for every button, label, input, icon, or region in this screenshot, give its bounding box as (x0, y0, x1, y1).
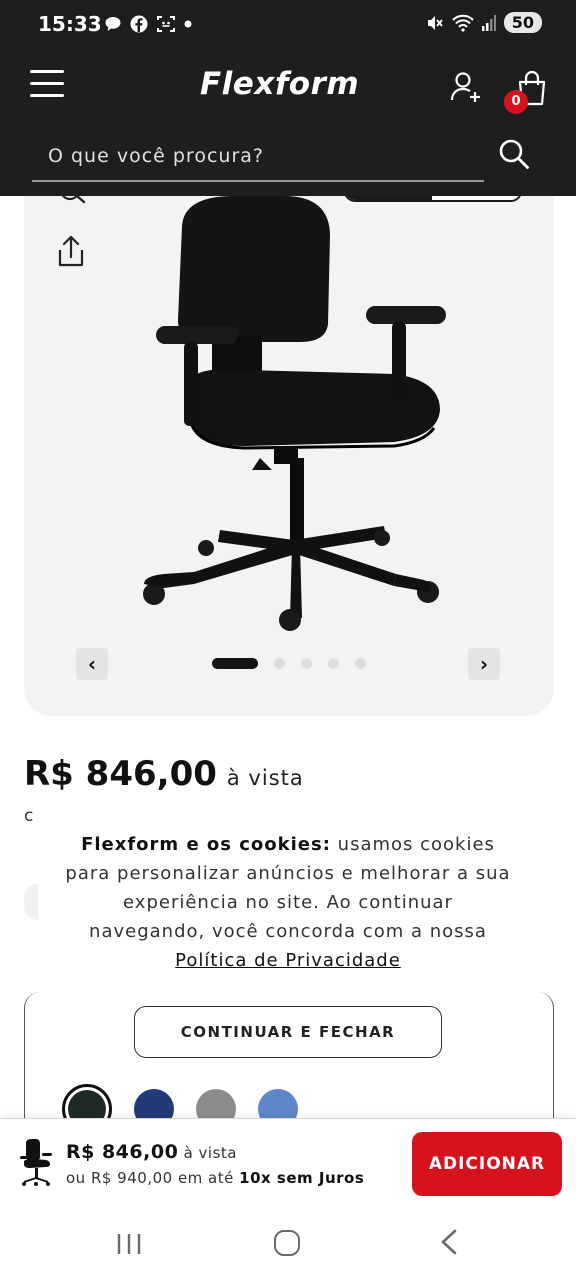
installment-text-partial: c (24, 806, 34, 826)
quantity-selector-partial (24, 884, 38, 920)
cookie-accept-button[interactable]: CONTINUAR E FECHAR (134, 1006, 442, 1058)
product-thumbnail (20, 1139, 52, 1186)
dot-icon (184, 20, 192, 28)
add-to-cart-button[interactable]: ADICIONAR (412, 1132, 562, 1196)
share-icon[interactable] (56, 234, 86, 268)
sticky-price: R$ 846,00 (66, 1141, 179, 1163)
notification-icons (104, 15, 192, 33)
home-icon[interactable] (274, 1230, 300, 1256)
gallery-pagination (212, 658, 366, 669)
installment-terms: 10x sem Juros (239, 1169, 365, 1187)
site-logo[interactable]: Flexform (200, 66, 359, 102)
system-icons: 50 (426, 12, 542, 33)
gallery-dot[interactable] (212, 658, 258, 669)
menu-icon (30, 70, 64, 73)
cookie-banner-text: Flexform e os cookies: usamos cookies pa… (62, 830, 514, 975)
message-icon (105, 17, 121, 31)
recent-apps-icon[interactable] (116, 1232, 142, 1256)
search-icon[interactable] (496, 136, 532, 172)
gallery-next-button[interactable]: › (468, 648, 500, 680)
status-bar: 15:33 50 (0, 0, 576, 48)
privacy-policy-link[interactable]: Política de Privacidade (175, 950, 401, 971)
wifi-icon (452, 14, 474, 32)
mute-icon (427, 15, 443, 30)
screenshot-icon (157, 16, 175, 32)
site-header: Flexform 0 (0, 48, 576, 196)
gallery-dot[interactable] (301, 658, 312, 669)
price-block: R$ 846,00 à vista (24, 754, 304, 794)
sticky-buy-bar: R$ 846,00 à vista ou R$ 940,00 em até 10… (0, 1118, 576, 1208)
product-image (143, 196, 446, 631)
back-icon[interactable] (438, 1228, 460, 1256)
cookie-banner-title: Flexform e os cookies: (81, 834, 331, 855)
cart-count-badge: 0 (504, 90, 528, 114)
gallery-prev-button[interactable]: ‹ (76, 648, 108, 680)
battery-icon: 50 (503, 12, 542, 33)
product-price: R$ 846,00 (24, 754, 217, 794)
menu-button[interactable] (30, 70, 64, 100)
installment-prefix: ou R$ 940,00 em até (66, 1169, 234, 1187)
gallery-dot[interactable] (355, 658, 366, 669)
product-gallery: ‹ › (24, 196, 554, 716)
sticky-price-suffix: à vista (183, 1144, 237, 1162)
sticky-installment-line: ou R$ 940,00 em até 10x sem Juros (66, 1169, 364, 1187)
search-bar (32, 132, 484, 182)
system-nav-bar (0, 1208, 576, 1280)
search-input[interactable] (32, 132, 484, 180)
add-user-icon[interactable] (448, 70, 484, 106)
clock: 15:33 (38, 12, 102, 36)
zoom-icon[interactable] (56, 196, 90, 206)
gallery-dot[interactable] (328, 658, 339, 669)
sticky-price-line: R$ 846,00 à vista (66, 1141, 237, 1163)
facebook-icon (130, 15, 148, 33)
signal-icon (481, 14, 496, 31)
gallery-dot[interactable] (274, 658, 285, 669)
price-suffix: à vista (226, 766, 304, 790)
